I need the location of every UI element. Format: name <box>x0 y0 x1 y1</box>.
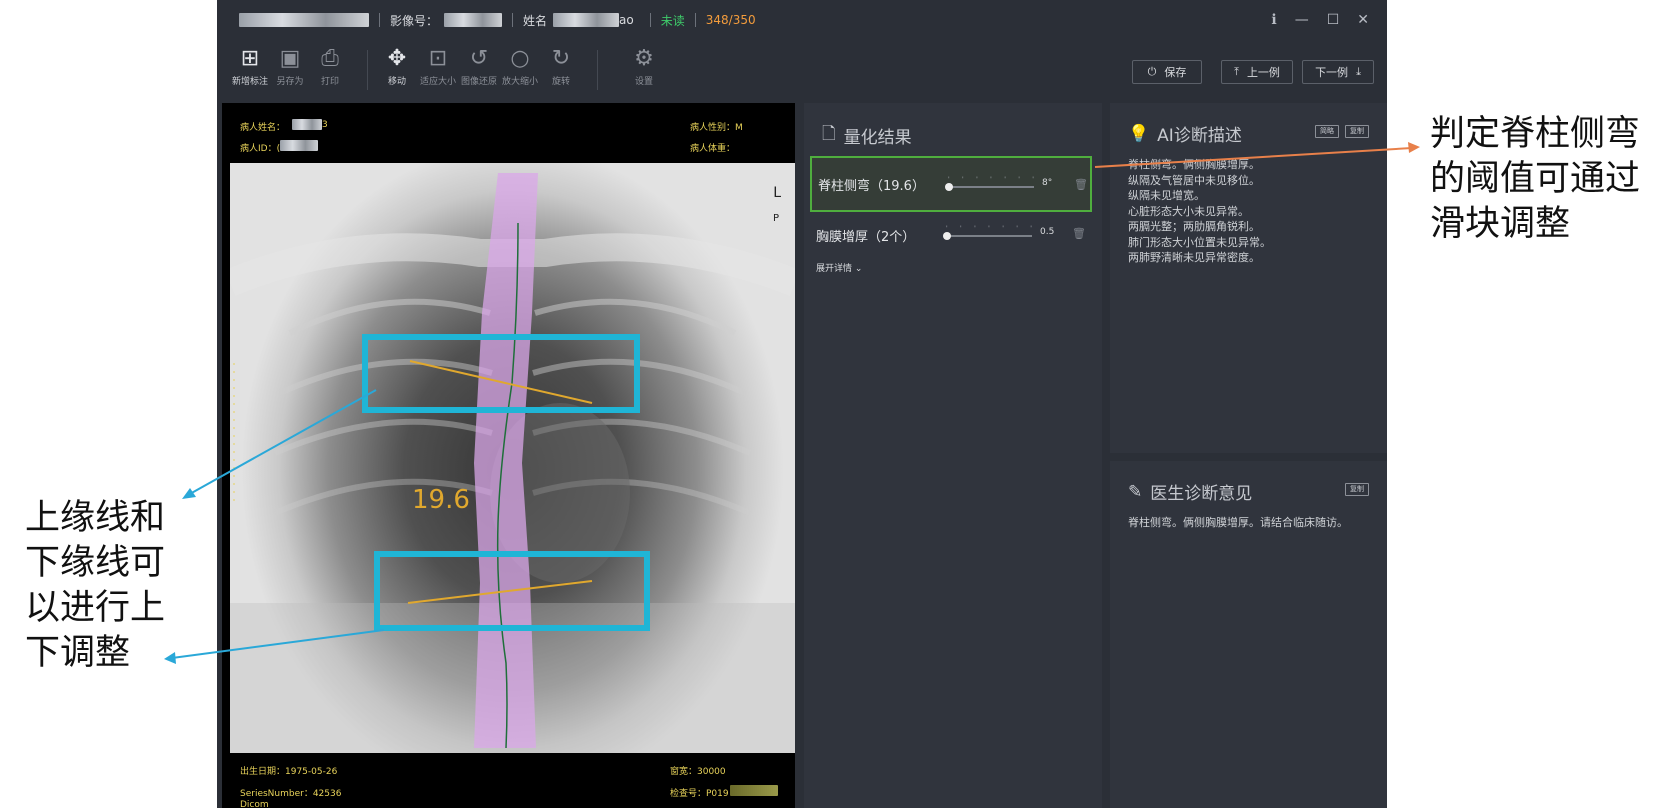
arrow-head-blue-lower <box>164 652 176 664</box>
redacted-hospital <box>239 13 369 27</box>
image-viewer[interactable]: 病人姓名： 3 病人ID：( 病人性别：M 病人体重： 19.6 L P 出生日… <box>222 103 795 808</box>
save-button[interactable]: ⏻ 保存 <box>1132 60 1202 84</box>
annotation-right: 判定脊柱侧弯 的阈值可通过 滑块调整 <box>1430 114 1641 244</box>
patient-sex: 病人性别：M <box>690 123 743 133</box>
screenshot-stage: 影像号： 姓名 ao 未读 348/350 ℹ — ☐ ✕ ⊞ 新增标注 ▣ 另… <box>0 0 1677 808</box>
trash-icon[interactable]: 🗑 <box>1072 227 1086 240</box>
doctor-title: ✎ 医生诊断意见 <box>1128 481 1253 505</box>
scoliosis-threshold-slider[interactable]: ' ' ' ' ' ' ' <box>945 176 1034 191</box>
minimize-icon[interactable]: — <box>1295 12 1309 28</box>
name-tail: ao <box>619 13 634 27</box>
window-controls: ℹ — ☐ ✕ <box>1271 12 1369 28</box>
gear-icon: ⚙ <box>634 46 654 71</box>
chest-xray-image[interactable]: 19.6 L P <box>230 163 795 753</box>
power-icon: ⏻ <box>1147 65 1157 78</box>
annotation-left: 上缘线和 下缘线可 以进行上 下调整 <box>25 498 166 673</box>
ai-title: 💡 AI诊断描述 <box>1128 123 1242 147</box>
slider-knob[interactable] <box>945 183 953 191</box>
pen-icon: ✎ <box>1128 481 1143 502</box>
dicom-viewer-app: 影像号： 姓名 ao 未读 348/350 ℹ — ☐ ✕ ⊞ 新增标注 ▣ 另… <box>217 0 1387 808</box>
copy-button[interactable]: 复制 <box>1345 483 1369 496</box>
rotate-button[interactable]: ↻ 旋转 <box>536 44 586 87</box>
download-icon: ⤓ <box>1356 65 1361 78</box>
cobb-angle-value: 19.6 <box>412 485 470 515</box>
rotate-icon: ↻ <box>551 46 571 71</box>
window-width: 窗宽：30000 <box>670 767 726 777</box>
modality: Dicom <box>240 800 269 808</box>
slider-value: 0.5 <box>1040 227 1055 237</box>
quantification-panel: 🗋 量化结果 脊柱侧弯（19.6） ' ' ' ' ' ' ' 8° 🗑 胸膜增厚（2个） … <box>804 103 1102 808</box>
image-no-label: 影像号： <box>390 13 439 28</box>
title-bar: 影像号： 姓名 ao 未读 348/350 ℹ — ☐ ✕ <box>217 0 1387 40</box>
redacted-image-no <box>444 13 503 27</box>
patient-weight: 病人体重： <box>690 144 736 154</box>
upload-icon: ⤒ <box>1234 65 1239 78</box>
arrow-head-orange <box>1408 142 1420 153</box>
info-icon[interactable]: ℹ <box>1271 12 1276 28</box>
doctor-opinion-panel: ✎ 医生诊断意见 复制 脊柱侧弯。俩侧胸膜增厚。请结合临床随访。 <box>1110 461 1387 808</box>
pleural-threshold-slider[interactable]: ' ' ' ' ' ' ' <box>943 225 1032 240</box>
document-icon: 🗋 <box>822 124 836 144</box>
next-case-button[interactable]: 下一例 ⤓ <box>1302 60 1374 84</box>
side-marker: L <box>773 185 781 201</box>
xray-overlay <box>230 173 795 753</box>
maximize-icon[interactable]: ☐ <box>1327 12 1340 28</box>
printer-icon: ⎙ <box>321 46 339 71</box>
patient-name-label: 病人姓名： <box>240 123 286 133</box>
series-number: SeriesNumber：42536 <box>240 789 342 799</box>
settings-button[interactable]: ⚙ 设置 <box>619 44 669 87</box>
prev-case-button[interactable]: ⤒ 上一例 <box>1221 60 1293 84</box>
chevron-down-icon: ⌄ <box>854 264 863 274</box>
close-icon[interactable]: ✕ <box>1357 12 1369 28</box>
doctor-opinion-text[interactable]: 脊柱侧弯。俩侧胸膜增厚。请结合临床随访。 <box>1128 515 1348 531</box>
result-scoliosis[interactable]: 脊柱侧弯（19.6） ' ' ' ' ' ' ' 8° 🗑 <box>810 156 1092 212</box>
lightbulb-icon: 💡 <box>1128 123 1150 144</box>
redacted-name <box>553 13 620 27</box>
slider-knob[interactable] <box>943 232 951 240</box>
ai-diagnosis-text: 脊柱侧弯。俩侧胸膜增厚。 纵隔及气管居中未见移位。 纵隔未见增宽。 心脏形态大小… <box>1128 158 1271 264</box>
expand-details-link[interactable]: 展开详情 ⌄ <box>816 261 862 274</box>
simplify-button[interactable]: 简略 <box>1315 125 1339 138</box>
read-status: 未读 <box>660 13 685 28</box>
ai-diagnosis-panel: 💡 AI诊断描述 简略 复制 脊柱侧弯。俩侧胸膜增厚。 纵隔及气管居中未见移位。… <box>1110 103 1387 453</box>
toolbar: ⊞ 新增标注 ▣ 另存为 ⎙ 打印 ✥ 移动 ⊡ 适应大小 ↺ 图像还原 ○ 放… <box>217 44 1387 96</box>
side-marker-2: P <box>772 213 779 224</box>
name-label: 姓名 <box>523 13 548 28</box>
print-button[interactable]: ⎙ 打印 <box>305 44 355 87</box>
quant-title: 🗋 量化结果 <box>822 121 912 150</box>
exam-no: 检查号：P019 <box>670 789 729 799</box>
result-pleural-thickening[interactable]: 胸膜增厚（2个） ' ' ' ' ' ' ' 0.5 🗑 <box>810 207 1092 263</box>
patient-id-label: 病人ID：( <box>240 144 281 154</box>
birth-date: 出生日期：1975-05-26 <box>240 767 338 777</box>
arrow-head-blue-upper <box>182 488 196 499</box>
copy-button[interactable]: 复制 <box>1345 125 1369 138</box>
case-progress: 348/350 <box>705 13 756 27</box>
slider-value: 8° <box>1042 178 1053 188</box>
trash-icon[interactable]: 🗑 <box>1074 178 1088 191</box>
